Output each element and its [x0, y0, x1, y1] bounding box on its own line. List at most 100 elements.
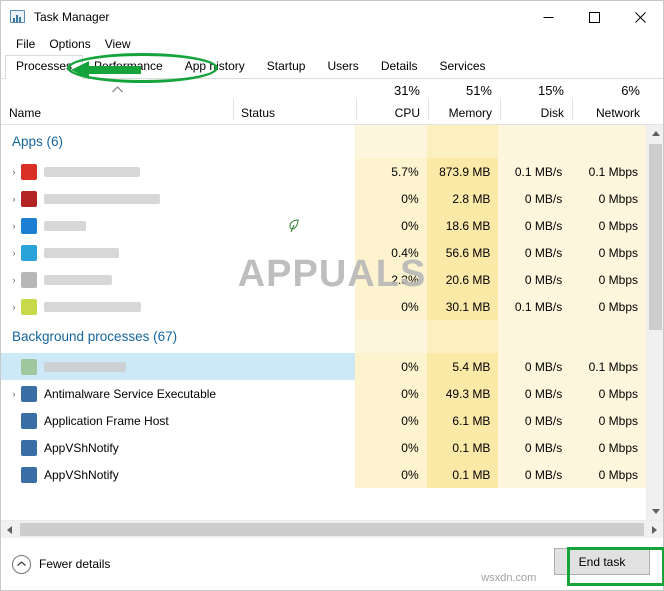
scroll-up-arrow[interactable] [647, 125, 663, 142]
process-status-cell [232, 239, 355, 266]
process-icon [21, 466, 37, 483]
scroll-right-arrow[interactable] [646, 521, 663, 538]
process-icon [21, 244, 37, 261]
column-header-network-label: Network [595, 106, 640, 120]
table-row[interactable]: AppVShNotify 0% 0.1 MB 0 MB/s 0 Mbps [1, 434, 646, 461]
tab-startup[interactable]: Startup [256, 55, 317, 78]
table-row[interactable]: Application Frame Host 0% 6.1 MB 0 MB/s 0 Mb… [1, 407, 646, 434]
table-row[interactable]: › 2.3% 20.6 MB 0 MB/s 0 Mbps [1, 266, 646, 293]
group-metric-cell [570, 320, 646, 353]
title-bar: Task Manager [1, 1, 663, 33]
sort-ascending-icon [112, 82, 123, 93]
tab-processes[interactable]: Processes [5, 55, 84, 79]
column-header-name-label: Name [9, 106, 42, 120]
group-header-apps-label: Apps (6) [12, 134, 64, 149]
process-name-cell: › Antimalware Service Executable [1, 380, 232, 407]
process-name-cell: AppVShNotify [1, 461, 232, 488]
process-memory-cell: 5.4 MB [426, 353, 499, 380]
close-button[interactable] [617, 1, 663, 33]
maximize-button[interactable] [571, 1, 617, 33]
fewer-details-button[interactable]: Fewer details [12, 554, 111, 574]
process-name-cell: › [1, 212, 232, 239]
tab-performance[interactable]: Performance [83, 55, 174, 78]
tab-app-history[interactable]: App history [174, 55, 256, 78]
column-header-network[interactable]: 6% Network [572, 79, 648, 124]
network-total-value: 6% [621, 83, 640, 98]
table-row[interactable]: › 0% 18.6 MB 0 MB/s 0 Mbps [1, 212, 646, 239]
process-name-blurred [44, 274, 112, 285]
process-memory-cell: 2.8 MB [426, 185, 499, 212]
vertical-scrollbar[interactable] [646, 125, 663, 520]
process-cpu-cell: 0% [354, 434, 427, 461]
process-icon [21, 412, 37, 429]
fewer-details-label: Fewer details [39, 557, 111, 571]
process-rows: Apps (6) › 5.7% 873.9 MB 0.1 MB/s 0.1 Mbps › 0%… [1, 125, 646, 520]
menu-options[interactable]: Options [42, 35, 97, 53]
minimize-button[interactable] [525, 1, 571, 33]
process-status-cell [232, 380, 355, 407]
process-name-blurred [44, 361, 126, 372]
scroll-down-arrow[interactable] [647, 503, 663, 520]
process-memory-cell: 873.9 MB [426, 158, 499, 185]
process-name-label: AppVShNotify [44, 440, 119, 455]
expand-chevron-icon[interactable]: › [7, 389, 21, 399]
tab-users[interactable]: Users [316, 55, 369, 78]
table-row[interactable]: AppVShNotify 0% 0.1 MB 0 MB/s 0 Mbps [1, 461, 646, 488]
vertical-scroll-thumb[interactable] [649, 144, 662, 330]
group-metric-cell [570, 125, 646, 158]
table-row[interactable]: › 0% 2.8 MB 0 MB/s 0 Mbps [1, 185, 646, 212]
expand-chevron-icon[interactable]: › [7, 221, 21, 231]
table-row[interactable]: › Antimalware Service Executable 0% 49.3 MB… [1, 380, 646, 407]
disk-total-value: 15% [537, 83, 564, 98]
process-cpu-cell: 0% [354, 407, 427, 434]
process-status-cell [232, 461, 355, 488]
group-metric-cell [426, 125, 499, 158]
expand-chevron-icon[interactable]: › [7, 302, 21, 312]
process-name-blurred [44, 301, 141, 312]
process-memory-cell: 18.6 MB [426, 212, 499, 239]
horizontal-scroll-thumb[interactable] [20, 523, 644, 536]
group-metric-cell [498, 320, 571, 353]
table-row[interactable]: › 5.7% 873.9 MB 0.1 MB/s 0.1 Mbps [1, 158, 646, 185]
expand-chevron-icon[interactable]: › [7, 275, 21, 285]
column-header-status[interactable]: Status [233, 79, 356, 124]
menu-file[interactable]: File [9, 35, 42, 53]
process-icon [21, 271, 37, 288]
process-network-cell: 0 Mbps [570, 266, 646, 293]
group-header-apps: Apps (6) [1, 125, 646, 158]
group-header-background-processes-label: Background processes (67) [12, 329, 178, 344]
horizontal-scrollbar[interactable] [1, 520, 663, 538]
column-header-name[interactable]: Name [1, 79, 233, 124]
tab-details[interactable]: Details [370, 55, 429, 78]
expand-chevron-icon[interactable]: › [7, 248, 21, 258]
group-status-cell [232, 125, 355, 158]
process-memory-cell: 0.1 MB [426, 434, 499, 461]
group-metric-cell [354, 125, 427, 158]
group-header-background-processes-name-cell: Background processes (67) [1, 320, 232, 353]
table-row[interactable]: 0% 5.4 MB 0 MB/s 0.1 Mbps [1, 353, 646, 380]
process-cpu-cell: 5.7% [354, 158, 427, 185]
expand-chevron-icon[interactable]: › [7, 194, 21, 204]
window-controls [525, 1, 663, 33]
process-memory-cell: 6.1 MB [426, 407, 499, 434]
process-name-cell: › [1, 185, 232, 212]
process-name-blurred [44, 166, 140, 177]
end-task-button[interactable]: End task [554, 548, 650, 575]
process-cpu-cell: 0% [354, 293, 427, 320]
column-header-disk[interactable]: 15% Disk [500, 79, 572, 124]
process-name-cell: › [1, 158, 232, 185]
scroll-left-arrow[interactable] [1, 521, 18, 538]
process-cpu-cell: 0.4% [354, 239, 427, 266]
process-icon [21, 439, 37, 456]
column-header-memory[interactable]: 51% Memory [428, 79, 500, 124]
table-row[interactable]: › 0.4% 56.6 MB 0 MB/s 0 Mbps [1, 239, 646, 266]
process-status-cell [232, 266, 355, 293]
expand-chevron-icon[interactable]: › [7, 167, 21, 177]
table-row[interactable]: › 0% 30.1 MB 0.1 MB/s 0 Mbps [1, 293, 646, 320]
process-name-cell [1, 353, 232, 380]
tab-services[interactable]: Services [429, 55, 497, 78]
column-header-cpu[interactable]: 31% CPU [356, 79, 428, 124]
process-icon [21, 385, 37, 402]
process-disk-cell: 0 MB/s [498, 185, 571, 212]
menu-view[interactable]: View [98, 35, 138, 53]
